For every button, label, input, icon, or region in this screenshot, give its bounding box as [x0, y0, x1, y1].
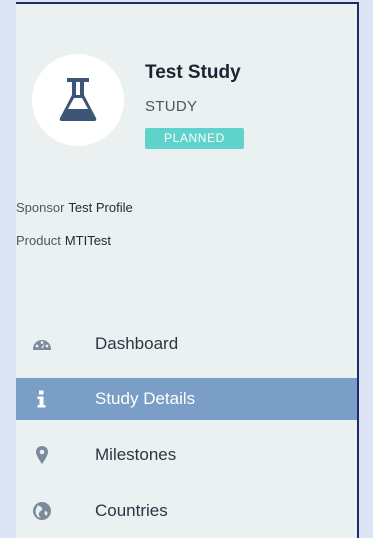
nav-item-study-details[interactable]: Study Details	[16, 378, 357, 420]
study-sidebar: Test Study STUDY PLANNED Sponsor Test Pro…	[16, 2, 359, 538]
product-label: Product	[16, 233, 61, 248]
status-badge: PLANNED	[145, 128, 244, 149]
map-marker-icon	[36, 446, 48, 464]
nav-label-milestones: Milestones	[95, 445, 177, 464]
product-value: MTITest	[64, 233, 112, 248]
sponsor-label: Sponsor	[16, 200, 65, 215]
sponsor-row: Sponsor Test Profile	[16, 200, 133, 215]
product-row: Product MTITest	[16, 233, 111, 248]
flask-icon	[59, 78, 97, 121]
nav-item-dashboard[interactable]: Dashboard	[16, 323, 357, 365]
study-type: STUDY	[145, 98, 198, 115]
nav-label-study-details: Study Details	[95, 389, 196, 408]
nav-item-milestones[interactable]: Milestones	[16, 434, 357, 476]
nav-label-dashboard: Dashboard	[95, 334, 179, 353]
nav-item-countries[interactable]: Countries	[16, 490, 357, 532]
sponsor-value: Test Profile	[68, 200, 133, 215]
nav-label-countries: Countries	[95, 501, 168, 520]
study-title: Test Study	[145, 62, 241, 83]
dashboard-icon	[33, 340, 51, 350]
globe-icon	[33, 502, 51, 520]
study-avatar	[32, 54, 124, 146]
info-icon	[37, 390, 46, 408]
